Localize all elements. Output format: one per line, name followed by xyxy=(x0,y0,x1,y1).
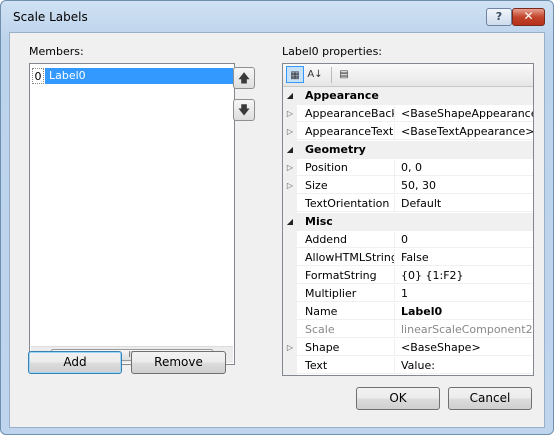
expanded-icon[interactable]: ◢ xyxy=(283,213,297,231)
property-row[interactable]: Text Value: xyxy=(283,357,533,375)
property-row[interactable]: FormatString {0} {1:F2} xyxy=(283,267,533,285)
property-row[interactable]: ▷ AppearanceBackgr <BaseShapeAppearance> xyxy=(283,105,533,123)
collapsed-icon[interactable]: ▷ xyxy=(283,339,297,357)
remove-button[interactable]: Remove xyxy=(131,351,226,374)
window-title: Scale Labels xyxy=(13,10,88,24)
row-gutter xyxy=(283,303,297,321)
property-value[interactable]: 50, 30 xyxy=(395,177,533,194)
property-row[interactable]: ▷ AppearanceText <BaseTextAppearance> xyxy=(283,123,533,141)
move-down-button[interactable]: 🡇 xyxy=(233,99,255,121)
property-row[interactable]: ▷ Position 0, 0 xyxy=(283,159,533,177)
property-value: linearScaleComponent2 xyxy=(395,321,533,338)
arrow-down-icon: 🡇 xyxy=(237,103,251,117)
property-row[interactable]: TextOrientation Default xyxy=(283,195,533,213)
row-gutter xyxy=(283,357,297,375)
property-value[interactable]: False xyxy=(395,249,533,266)
property-value[interactable]: Default xyxy=(395,195,533,212)
cancel-button[interactable]: Cancel xyxy=(448,387,532,410)
row-gutter xyxy=(283,231,297,249)
property-row[interactable]: ▷ Shape <BaseShape> xyxy=(283,339,533,357)
row-gutter xyxy=(283,321,297,339)
property-name: FormatString xyxy=(297,267,395,284)
property-row[interactable]: ▷ Size 50, 30 xyxy=(283,177,533,195)
property-name: Scale xyxy=(297,321,395,338)
property-name: Size xyxy=(297,177,395,194)
move-up-button[interactable]: 🡅 xyxy=(233,67,255,89)
toolbar-separator xyxy=(331,67,332,83)
property-name: AppearanceBackgr xyxy=(297,105,395,122)
ok-button[interactable]: OK xyxy=(356,387,440,410)
title-bar[interactable]: Scale Labels ? ✕ xyxy=(1,1,553,31)
property-name: Position xyxy=(297,159,395,176)
category-label: Appearance xyxy=(305,89,379,102)
collapsed-icon[interactable]: ▷ xyxy=(283,123,297,141)
property-value[interactable]: <BaseShape> xyxy=(395,339,533,356)
row-gutter xyxy=(283,249,297,267)
close-button[interactable]: ✕ xyxy=(512,8,545,26)
property-value[interactable]: Label0 xyxy=(395,303,533,320)
category-label: Geometry xyxy=(305,143,366,156)
scale-labels-dialog: Scale Labels ? ✕ Members: 0 Label0 ◂ III… xyxy=(0,0,554,435)
property-row[interactable]: Multiplier 1 xyxy=(283,285,533,303)
category-label: Misc xyxy=(305,215,333,228)
property-value[interactable]: {0} {1:F2} xyxy=(395,267,533,284)
property-row[interactable]: AllowHTMLString False xyxy=(283,249,533,267)
row-gutter xyxy=(283,285,297,303)
property-grid[interactable]: ▦ A↓ ▤ ◢ Appearance ▷ AppearanceBackgr <… xyxy=(282,63,534,376)
property-value[interactable]: 0, 0 xyxy=(395,159,533,176)
categorized-icon[interactable]: ▦ xyxy=(286,66,304,83)
arrow-up-icon: 🡅 xyxy=(237,71,251,85)
property-name: TextOrientation xyxy=(297,195,395,212)
property-row[interactable]: Name Label0 xyxy=(283,303,533,321)
property-name: Addend xyxy=(297,231,395,248)
list-item-index: 0 xyxy=(32,68,44,84)
property-grid-toolbar: ▦ A↓ ▤ xyxy=(283,64,533,87)
expanded-icon[interactable]: ◢ xyxy=(283,87,297,105)
category-misc[interactable]: ◢ Misc xyxy=(283,213,533,231)
row-gutter xyxy=(283,267,297,285)
property-pages-icon[interactable]: ▤ xyxy=(335,66,353,83)
alphabetical-icon[interactable]: A↓ xyxy=(306,66,324,83)
help-button[interactable]: ? xyxy=(486,8,512,26)
collapsed-icon[interactable]: ▷ xyxy=(283,105,297,123)
property-value[interactable]: <BaseShapeAppearance> xyxy=(395,105,533,122)
property-name: Multiplier xyxy=(297,285,395,302)
list-item-label: Label0 xyxy=(45,68,233,84)
dialog-body: Members: 0 Label0 ◂ III ▸ 🡅 🡇 Add Remove… xyxy=(9,32,545,428)
property-value[interactable]: <BaseTextAppearance> xyxy=(395,123,533,140)
members-label: Members: xyxy=(29,45,84,58)
property-row[interactable]: Addend 0 xyxy=(283,231,533,249)
property-value[interactable]: Value: xyxy=(395,357,533,374)
row-gutter xyxy=(283,195,297,213)
property-row[interactable]: Scale linearScaleComponent2 xyxy=(283,321,533,339)
add-button[interactable]: Add xyxy=(28,351,122,374)
collapsed-icon[interactable]: ▷ xyxy=(283,177,297,195)
property-name: Shape xyxy=(297,339,395,356)
category-geometry[interactable]: ◢ Geometry xyxy=(283,141,533,159)
members-list[interactable]: 0 Label0 ◂ III ▸ xyxy=(29,63,235,365)
category-appearance[interactable]: ◢ Appearance xyxy=(283,87,533,105)
list-item[interactable]: 0 Label0 xyxy=(30,68,233,84)
property-name: AllowHTMLString xyxy=(297,249,395,266)
property-name: AppearanceText xyxy=(297,123,395,140)
expanded-icon[interactable]: ◢ xyxy=(283,141,297,159)
properties-label: Label0 properties: xyxy=(282,45,383,58)
collapsed-icon[interactable]: ▷ xyxy=(283,159,297,177)
property-value[interactable]: 0 xyxy=(395,231,533,248)
property-name: Name xyxy=(297,303,395,320)
property-value[interactable]: 1 xyxy=(395,285,533,302)
property-name: Text xyxy=(297,357,395,374)
